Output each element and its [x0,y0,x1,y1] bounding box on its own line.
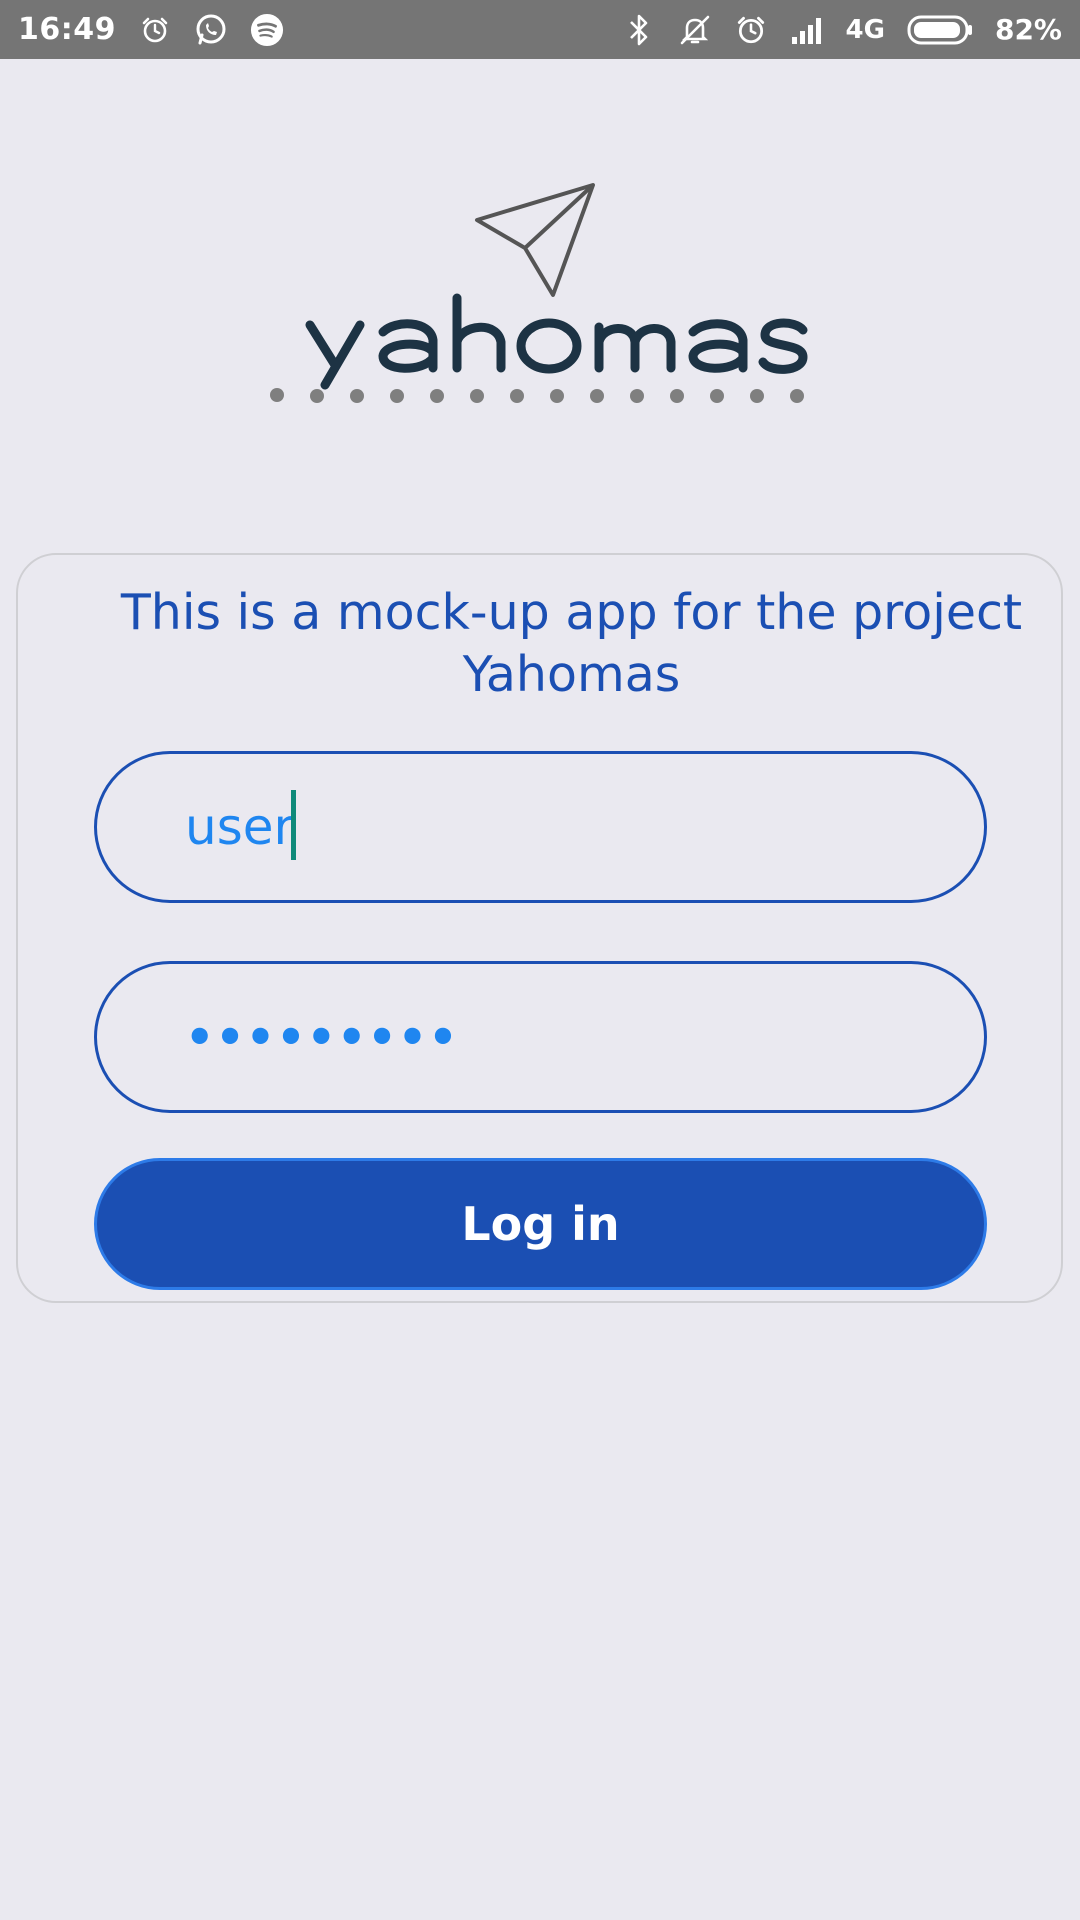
bluetooth-icon [622,13,656,47]
password-input[interactable]: ••••••••• [94,961,987,1113]
login-card: This is a mock-up app for the project Ya… [16,553,1063,1303]
status-time: 16:49 [18,12,116,47]
password-mask: ••••••••• [185,1010,459,1064]
status-bar: 16:49 4G 82% [0,0,1080,59]
signal-icon [790,13,824,47]
status-left: 16:49 [18,12,284,47]
whatsapp-icon [194,13,228,47]
battery-icon [907,13,973,47]
paper-plane-icon [475,183,595,297]
yahomas-logo [265,180,825,410]
text-cursor [291,790,297,860]
alarm-icon [734,13,768,47]
mute-icon [678,13,712,47]
card-title: This is a mock-up app for the project Ya… [120,584,1023,703]
login-button[interactable]: Log in [94,1158,987,1290]
status-right: 4G 82% [622,13,1062,47]
spotify-icon [250,13,284,47]
battery-percent: 82% [994,13,1062,46]
username-value: user [185,798,295,856]
alarm-icon [138,13,172,47]
network-type: 4G [845,14,885,45]
username-input[interactable]: user [94,751,987,903]
